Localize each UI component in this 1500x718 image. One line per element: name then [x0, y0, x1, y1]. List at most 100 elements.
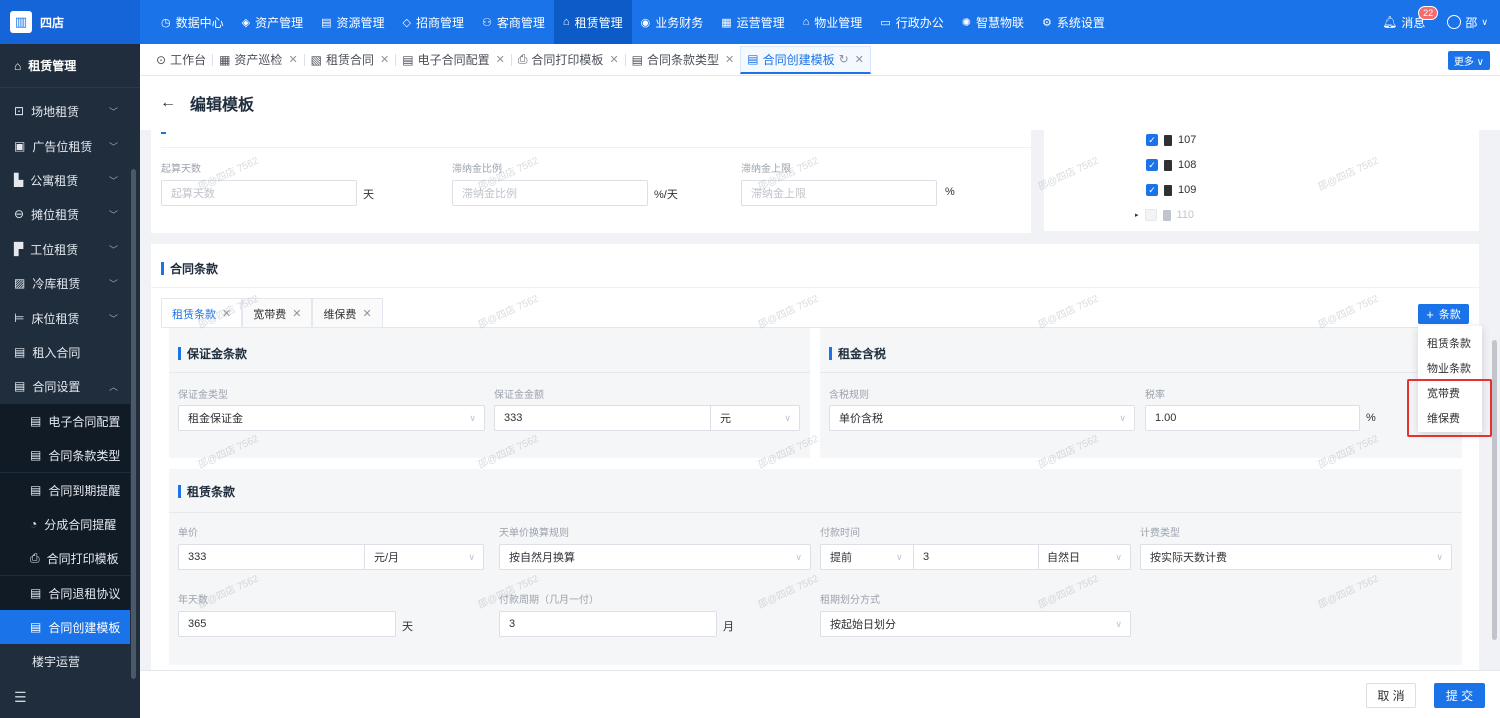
- page-header: ← 编辑模板: [140, 76, 1500, 130]
- checkbox-checked-icon[interactable]: ✓: [1146, 134, 1158, 146]
- close-icon[interactable]: ✕: [855, 53, 864, 66]
- close-icon[interactable]: ✕: [222, 307, 231, 320]
- close-icon[interactable]: ✕: [380, 53, 389, 66]
- chevron-down-icon: ﹀: [108, 141, 118, 152]
- sidebar-item-venue[interactable]: ⊡ 场地租赁 ﹀: [0, 94, 130, 128]
- close-icon[interactable]: ✕: [362, 307, 371, 320]
- checkbox-checked-icon[interactable]: ✓: [1146, 159, 1158, 171]
- contract-tab-broadband[interactable]: 宽带费 ✕: [242, 298, 313, 328]
- unit-price-unit-select[interactable]: 元/月: [374, 549, 399, 565]
- sidebar-item-building[interactable]: 楼宇运营: [0, 644, 130, 678]
- pay-time-mode-select[interactable]: 提前: [830, 549, 852, 565]
- year-days-input[interactable]: 365: [178, 611, 396, 637]
- close-icon[interactable]: ✕: [609, 53, 618, 66]
- content-scrollbar[interactable]: [1492, 340, 1497, 640]
- close-icon[interactable]: ✕: [725, 53, 734, 66]
- submit-button[interactable]: 提 交: [1434, 683, 1485, 708]
- more-tabs-button[interactable]: 更多 ∨: [1447, 51, 1490, 70]
- tree-node[interactable]: ✓ 107: [1146, 134, 1196, 146]
- topnav-item-finance[interactable]: ◉ 业务财务: [632, 0, 713, 44]
- back-arrow-icon[interactable]: ←: [160, 94, 176, 112]
- topnav-item-operations[interactable]: ▦ 运营管理: [712, 0, 793, 44]
- menu-item-lease-clause[interactable]: 租赁条款: [1427, 335, 1471, 351]
- room-icon: [1164, 184, 1172, 196]
- tax-rate-input[interactable]: 1.00: [1145, 405, 1360, 431]
- menu-item-property-clause[interactable]: 物业条款: [1427, 360, 1471, 376]
- checkbox-checked-icon[interactable]: ✓: [1146, 184, 1158, 196]
- topnav-item-settings[interactable]: ⚙ 系统设置: [1033, 0, 1114, 44]
- close-icon[interactable]: ✕: [496, 53, 505, 66]
- contract-tab-lease[interactable]: 租赁条款 ✕: [161, 298, 243, 328]
- sidebar-scrollbar[interactable]: [131, 169, 136, 679]
- period-division-select[interactable]: 按起始日划分 ∨: [820, 611, 1131, 637]
- billing-type-select[interactable]: 按实际天数计费 ∨: [1140, 544, 1452, 570]
- tab-lease-contract[interactable]: ▧ 租赁合同 ✕: [305, 48, 396, 72]
- late-fee-ratio-input[interactable]: 滞纳金比例: [452, 180, 648, 206]
- topnav-item-property[interactable]: ⌂ 物业管理: [794, 0, 872, 44]
- sidebar-subitem-termination[interactable]: ▤ 合同退租协议: [0, 576, 130, 610]
- deposit-type-select[interactable]: 租金保证金 ∨: [178, 405, 485, 431]
- workstation-icon: ▛: [14, 242, 24, 256]
- contract-tab-maintenance[interactable]: 维保费 ✕: [312, 298, 383, 328]
- tab-e-contract[interactable]: ▤ 电子合同配置 ✕: [396, 48, 511, 72]
- sidebar-item-cold-storage[interactable]: ▨ 冷库租赁 ﹀: [0, 266, 130, 300]
- tab-asset-inspection[interactable]: ▦ 资产巡检 ✕: [213, 48, 304, 72]
- user-menu[interactable]: 邵 ∨: [1447, 14, 1488, 31]
- sidebar-item-contract-settings[interactable]: ▤ 合同设置 ︿: [0, 369, 130, 403]
- conversion-label: 天单价换算规则: [499, 528, 569, 539]
- tab-clause-types[interactable]: ▤ 合同条款类型 ✕: [626, 48, 741, 72]
- topnav-item-investment[interactable]: ◇ 招商管理: [394, 0, 473, 44]
- topnav-item-resources[interactable]: ▤ 资源管理: [312, 0, 393, 44]
- sidebar-subitem-e-contract[interactable]: ▤ 电子合同配置: [0, 404, 130, 438]
- doc-icon: ▤: [30, 448, 42, 462]
- topnav-item-leasing[interactable]: ⌂ 租赁管理: [553, 0, 632, 44]
- tree-node[interactable]: ▸ 110: [1135, 209, 1194, 221]
- conversion-select[interactable]: 按自然月换算 ∨: [499, 544, 811, 570]
- tag-icon: ◇: [402, 16, 411, 29]
- start-days-input[interactable]: 起算天数: [161, 180, 357, 206]
- sidebar-subitem-clause-types[interactable]: ▤ 合同条款类型: [0, 438, 130, 472]
- printer-icon: ⎙: [517, 52, 528, 66]
- pay-cycle-input[interactable]: 3: [499, 611, 717, 637]
- pay-time-unit-select[interactable]: 自然日: [1047, 549, 1080, 565]
- sidebar-item-lease-in[interactable]: ▤ 租入合同: [0, 335, 130, 369]
- messages-button[interactable]: 🔔︎ 消息 22: [1382, 5, 1439, 31]
- sidebar-item-stall[interactable]: ⊖ 摊位租赁 ﹀: [0, 197, 130, 231]
- close-icon[interactable]: ✕: [292, 307, 301, 320]
- topnav-item-assets[interactable]: ◈ 资产管理: [233, 0, 312, 44]
- tree-node[interactable]: ✓ 109: [1146, 184, 1196, 196]
- sidebar-subitem-share[interactable]: ◔ 分成合同提醒: [0, 507, 130, 541]
- tabs-bar: ⊙ 工作台 ▦ 资产巡检 ✕ ▧ 租赁合同 ✕ ▤ 电子合同配置 ✕ ⎙ 合同打印模板 ✕ ▤ 合同…: [140, 44, 1500, 76]
- deposit-amount-input[interactable]: 333 元 ∨: [494, 405, 800, 431]
- tax-rule-select[interactable]: 单价含税 ∨: [829, 405, 1135, 431]
- sidebar-item-ads[interactable]: ▣ 广告位租赁 ﹀: [0, 129, 130, 163]
- chevron-down-icon: ﹀: [108, 106, 118, 117]
- topnav-item-iot[interactable]: ✺ 智慧物联: [953, 0, 1033, 44]
- add-clause-button[interactable]: + 条款: [1418, 304, 1469, 324]
- close-icon[interactable]: ✕: [288, 53, 297, 66]
- sidebar-item-workstation[interactable]: ▛ 工位租赁 ﹀: [0, 232, 130, 266]
- cancel-button[interactable]: 取 消: [1366, 683, 1416, 708]
- tab-print-template[interactable]: ⎙ 合同打印模板 ✕: [512, 48, 625, 72]
- sidebar-subitem-create-template[interactable]: ▤ 合同创建模板: [0, 610, 130, 644]
- sidebar-item-bed[interactable]: ⊨ 床位租赁 ﹀: [0, 301, 130, 335]
- refresh-icon[interactable]: ↻: [839, 52, 849, 66]
- topnav-item-merchants[interactable]: ⚇ 客商管理: [473, 0, 554, 44]
- pay-time-days-input[interactable]: 3: [923, 551, 929, 563]
- sidebar-subitem-expiry[interactable]: ▤ 合同到期提醒: [0, 473, 130, 507]
- topnav-item-admin[interactable]: ▭ 行政办公: [871, 0, 952, 44]
- pay-time-input[interactable]: 提前 ∨ 3 自然日 ∨: [820, 544, 1131, 570]
- app-logo[interactable]: ▥ 四店: [0, 0, 140, 44]
- sidebar-subitem-print[interactable]: ⎙ 合同打印模板: [0, 541, 130, 575]
- unit-price-input[interactable]: 333 元/月 ∨: [178, 544, 484, 570]
- topnav-item-data[interactable]: ◷ 数据中心: [152, 0, 233, 44]
- tree-node[interactable]: ✓ 108: [1146, 159, 1196, 171]
- tab-workbench[interactable]: ⊙ 工作台: [150, 48, 212, 72]
- expand-caret-icon[interactable]: ▸: [1135, 211, 1139, 219]
- deposit-unit-select[interactable]: 元: [720, 410, 731, 426]
- late-fee-cap-input[interactable]: 滞纳金上限: [741, 180, 937, 206]
- tab-create-template[interactable]: ▤ 合同创建模板 ↻ ✕: [740, 45, 871, 74]
- collapse-menu-icon[interactable]: ☰: [14, 689, 27, 706]
- sidebar-item-apartment[interactable]: ▙ 公寓租赁 ﹀: [0, 163, 130, 197]
- checkbox-unchecked-icon[interactable]: [1144, 209, 1157, 221]
